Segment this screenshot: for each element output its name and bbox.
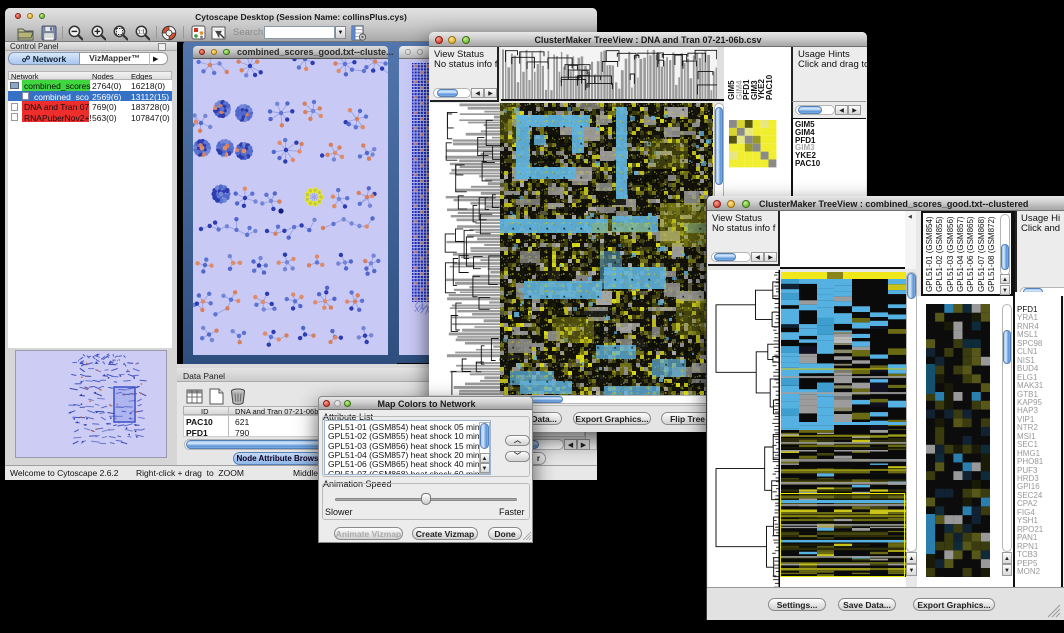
svg-text:1:1: 1:1 [138,30,146,36]
